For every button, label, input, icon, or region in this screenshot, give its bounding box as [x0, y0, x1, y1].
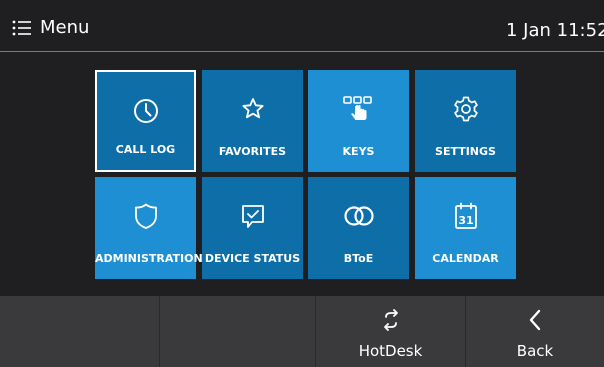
- tile-label: ADMINISTRATION: [95, 252, 203, 265]
- gear-icon: [453, 96, 478, 122]
- hotdesk-button[interactable]: HotDesk: [316, 296, 466, 367]
- menu-title-text: Menu: [40, 17, 90, 38]
- clock-display: 1 Jan 11:52: [506, 20, 604, 41]
- tile-btoe[interactable]: BToE: [308, 177, 409, 279]
- star-icon: [241, 98, 264, 119]
- softkey-1[interactable]: [0, 296, 160, 367]
- menu-title: Menu: [12, 17, 89, 39]
- tile-label: CALENDAR: [432, 252, 499, 265]
- tile-calendar[interactable]: 31 CALENDAR: [415, 177, 516, 279]
- tile-favorites[interactable]: FAVORITES: [202, 70, 303, 172]
- shield-icon: [134, 203, 157, 229]
- tile-label: KEYS: [342, 145, 375, 158]
- calendar-day: 31: [458, 214, 473, 227]
- clock-icon: [133, 99, 158, 123]
- tile-label: BToE: [343, 252, 374, 265]
- status-check-icon: [241, 205, 264, 228]
- tile-label: SETTINGS: [435, 145, 496, 158]
- softkey-2[interactable]: [160, 296, 316, 367]
- hotdesk-label: HotDesk: [358, 342, 423, 360]
- phone-screen: Menu 1 Jan 11:52 CALL LOG FAVORITES KEYS…: [0, 0, 604, 367]
- back-label: Back: [516, 342, 554, 360]
- tile-label: FAVORITES: [218, 145, 287, 158]
- back-button[interactable]: Back: [466, 296, 604, 367]
- menu-grid: CALL LOG FAVORITES KEYS SETTINGS ADMINIS…: [95, 70, 516, 279]
- linked-rings-icon: [343, 206, 374, 226]
- chevron-left-icon: [529, 309, 541, 331]
- tile-call-log[interactable]: CALL LOG: [95, 70, 196, 172]
- keypad-touch-icon: [342, 96, 372, 120]
- tile-device-status[interactable]: DEVICE STATUS: [202, 177, 303, 279]
- header-bar: Menu 1 Jan 11:52: [0, 0, 604, 52]
- tile-administration[interactable]: ADMINISTRATION: [95, 177, 203, 279]
- tile-label: CALL LOG: [115, 143, 176, 156]
- menu-list-icon: [12, 20, 32, 36]
- swap-arrows-icon: [383, 309, 398, 331]
- tile-settings[interactable]: SETTINGS: [415, 70, 516, 172]
- tile-keys[interactable]: KEYS: [308, 70, 409, 172]
- tile-label: DEVICE STATUS: [204, 252, 301, 265]
- calendar-icon: 31: [454, 202, 477, 229]
- softkey-bar: HotDesk Back: [0, 296, 604, 367]
